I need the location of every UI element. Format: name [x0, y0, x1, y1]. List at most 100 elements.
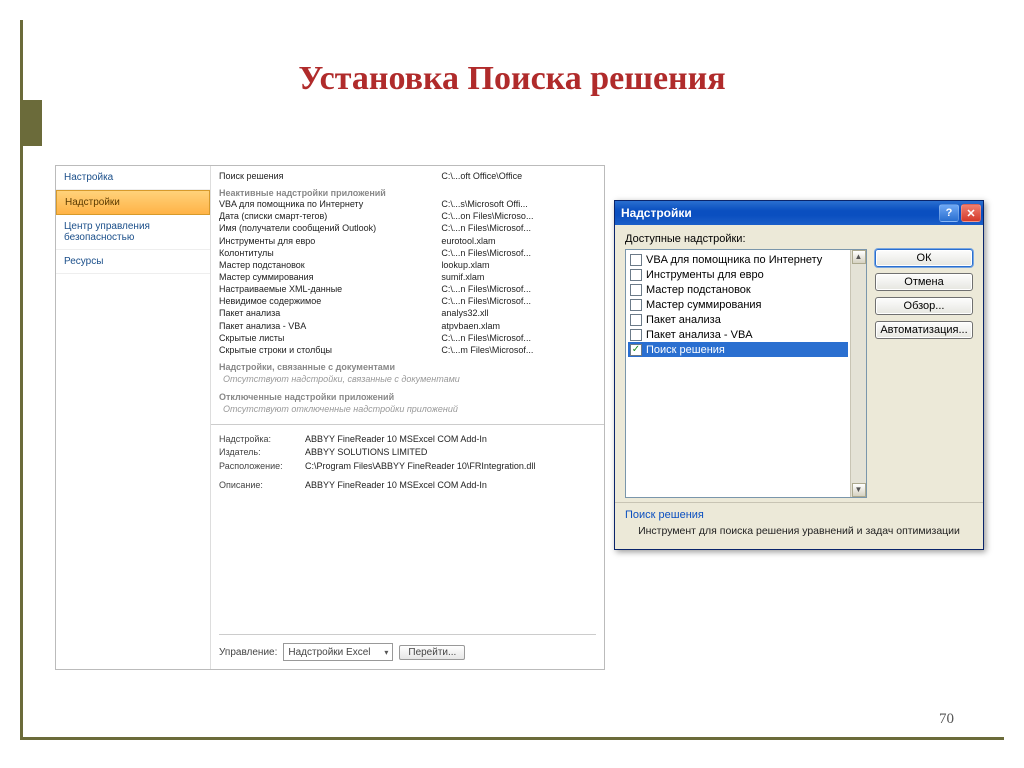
addin-path: atpvbaen.xlam: [441, 320, 596, 332]
addin-name: Мастер подстановок: [219, 259, 435, 271]
list-item-label: Мастер подстановок: [646, 284, 751, 296]
available-addins-label: Доступные надстройки:: [625, 233, 867, 245]
addin-row[interactable]: Инструменты для евроeurotool.xlam: [219, 235, 596, 247]
addin-name: Скрытые строки и столбцы: [219, 344, 435, 356]
checkbox[interactable]: [630, 284, 642, 296]
automation-button[interactable]: Автоматизация...: [875, 321, 973, 339]
addin-path: C:\...n Files\Microsof...: [441, 222, 596, 234]
addin-path: C:\...s\Microsoft Offi...: [441, 198, 596, 210]
addin-path: eurotool.xlam: [441, 235, 596, 247]
addin-path: C:\...n Files\Microsof...: [441, 283, 596, 295]
addin-row[interactable]: VBA для помощника по Интернету C:\...s\Mi…: [219, 198, 596, 210]
detail-name-label: Надстройка:: [219, 433, 297, 447]
addin-row[interactable]: Пакет анализа - VBA atpvbaen.xlam: [219, 320, 596, 332]
list-item-label: VBA для помощника по Интернету: [646, 254, 822, 266]
checkbox[interactable]: [630, 299, 642, 311]
sidebar-item-надстройки[interactable]: Надстройки: [56, 190, 210, 215]
scroll-down-icon[interactable]: ▼: [852, 483, 866, 497]
ok-button[interactable]: ОК: [875, 249, 973, 267]
addin-name: Поиск решения: [219, 170, 435, 182]
addin-name: Настраиваемые XML-данные: [219, 283, 435, 295]
addins-listbox[interactable]: VBA для помощника по Интернету Инструмент…: [625, 249, 867, 498]
sidebar-item-resources[interactable]: Ресурсы: [56, 250, 210, 274]
go-button[interactable]: Перейти...: [399, 645, 465, 660]
options-sidebar: Настройка Надстройки Центр управления бе…: [56, 166, 211, 669]
checkbox[interactable]: ✓: [630, 344, 642, 356]
addin-row[interactable]: Пакет анализа analys32.xll: [219, 307, 596, 319]
addin-path: analys32.xll: [441, 307, 596, 319]
addins-dialog: Надстройки ? ✕ Доступные надстройки: VBA…: [614, 200, 984, 550]
addin-name: VBA для помощника по Интернету: [219, 198, 435, 210]
list-item[interactable]: Пакет анализа: [628, 312, 848, 327]
addin-row[interactable]: Поиск решения C:\...oft Office\Office: [219, 170, 596, 182]
slide-title: Установка Поиска решения: [0, 60, 1024, 98]
disabled-none-text: Отсутствуют отключенные надстройки прило…: [223, 404, 596, 414]
sidebar-item-настройка[interactable]: Настройка: [56, 166, 210, 190]
addin-name: Скрытые листы: [219, 332, 435, 344]
cancel-button[interactable]: Отмена: [875, 273, 973, 291]
addin-row[interactable]: Имя (получатели сообщений Outlook) C:\...…: [219, 222, 596, 234]
close-button[interactable]: ✕: [961, 204, 981, 222]
detail-location-label: Расположение:: [219, 460, 297, 474]
detail-desc: ABBYY FineReader 10 MSExcel COM Add-In: [305, 479, 596, 493]
list-item[interactable]: Инструменты для евро: [628, 267, 848, 282]
addin-path: C:\...m Files\Microsof...: [441, 344, 596, 356]
list-item[interactable]: Мастер подстановок: [628, 282, 848, 297]
list-item[interactable]: ✓Поиск решения: [628, 342, 848, 357]
doc-none-text: Отсутствуют надстройки, связанные с доку…: [223, 374, 596, 384]
divider: [211, 424, 604, 425]
addin-row[interactable]: Скрытые строки и столбцы C:\...m Files\Mi…: [219, 344, 596, 356]
list-item[interactable]: Пакет анализа - VBA: [628, 327, 848, 342]
addin-row[interactable]: Мастер подстановок lookup.xlam: [219, 259, 596, 271]
addin-name: Дата (списки смарт-тегов): [219, 210, 435, 222]
options-main-pane: Поиск решения C:\...oft Office\Office Не…: [211, 166, 604, 669]
list-item[interactable]: VBA для помощника по Интернету: [628, 252, 848, 267]
addin-path: sumif.xlam: [441, 271, 596, 283]
browse-button[interactable]: Обзор...: [875, 297, 973, 315]
addin-name: Пакет анализа: [219, 307, 435, 319]
manage-select[interactable]: Надстройки Excel ▾: [283, 643, 393, 661]
section-inactive-title: Неактивные надстройки приложений: [219, 188, 596, 198]
addin-path: C:\...oft Office\Office: [441, 170, 596, 182]
checkbox[interactable]: [630, 254, 642, 266]
footer-heading: Поиск решения: [625, 509, 973, 521]
addin-path: C:\...n Files\Microsof...: [441, 332, 596, 344]
help-button[interactable]: ?: [939, 204, 959, 222]
chevron-down-icon: ▾: [384, 648, 388, 657]
addin-row[interactable]: Невидимое содержимое C:\...n Files\Micros…: [219, 295, 596, 307]
checkbox[interactable]: [630, 329, 642, 341]
section-doc-title: Надстройки, связанные с документами: [219, 362, 596, 372]
addin-name: Невидимое содержимое: [219, 295, 435, 307]
addin-row[interactable]: Мастер суммированияsumif.xlam: [219, 271, 596, 283]
detail-desc-label: Описание:: [219, 479, 297, 493]
addin-row[interactable]: Скрытые листы C:\...n Files\Microsof...: [219, 332, 596, 344]
scrollbar[interactable]: ▲ ▼: [850, 250, 866, 497]
detail-publisher: ABBYY SOLUTIONS LIMITED: [305, 446, 596, 460]
accent-block: [20, 100, 42, 146]
addin-name: Имя (получатели сообщений Outlook): [219, 222, 435, 234]
scroll-up-icon[interactable]: ▲: [852, 250, 866, 264]
dialog-footer: Поиск решения Инструмент для поиска реше…: [615, 502, 983, 549]
dialog-title: Надстройки: [621, 206, 692, 220]
checkbox[interactable]: [630, 314, 642, 326]
addin-name: Пакет анализа - VBA: [219, 320, 435, 332]
excel-options-window: Настройка Надстройки Центр управления бе…: [55, 165, 605, 670]
list-item[interactable]: Мастер суммирования: [628, 297, 848, 312]
addin-path: C:\...n Files\Microsof...: [441, 295, 596, 307]
dialog-titlebar[interactable]: Надстройки ? ✕: [615, 201, 983, 225]
checkbox[interactable]: [630, 269, 642, 281]
manage-footer: Управление: Надстройки Excel ▾ Перейти..…: [219, 634, 596, 661]
detail-publisher-label: Издатель:: [219, 446, 297, 460]
sidebar-item-security-center[interactable]: Центр управления безопасностью: [56, 215, 210, 250]
addin-path: C:\...n Files\Microsof...: [441, 247, 596, 259]
addin-row[interactable]: Настраиваемые XML-данные C:\...n Files\Mi…: [219, 283, 596, 295]
dialog-button-column: ОК Отмена Обзор... Автоматизация...: [875, 233, 973, 498]
list-item-label: Мастер суммирования: [646, 299, 762, 311]
addin-row[interactable]: Дата (списки смарт-тегов)C:\...on Files\…: [219, 210, 596, 222]
addin-path: lookup.xlam: [441, 259, 596, 271]
list-item-label: Пакет анализа - VBA: [646, 329, 753, 341]
addin-row[interactable]: КолонтитулыC:\...n Files\Microsof...: [219, 247, 596, 259]
page-number: 70: [939, 711, 954, 728]
detail-location: C:\Program Files\ABBYY FineReader 10\FRI…: [305, 460, 596, 474]
list-item-label: Инструменты для евро: [646, 269, 764, 281]
